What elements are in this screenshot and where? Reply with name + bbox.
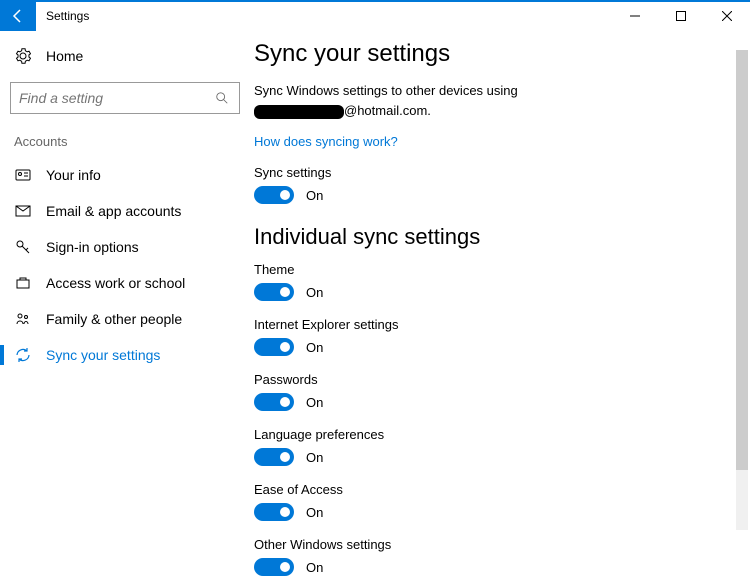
maximize-button[interactable] [658,1,704,31]
passwords-toggle[interactable] [254,393,294,411]
sync-description-line2: @hotmail.com. [254,102,730,120]
language-label: Language preferences [254,427,730,442]
back-button[interactable] [0,1,36,31]
key-icon [14,239,32,255]
sidebar-item-email[interactable]: Email & app accounts [0,193,250,229]
ie-label: Internet Explorer settings [254,317,730,332]
ease-label: Ease of Access [254,482,730,497]
sidebar-item-work[interactable]: Access work or school [0,265,250,301]
home-label: Home [46,48,83,64]
theme-label: Theme [254,262,730,277]
search-input[interactable] [19,90,215,106]
minimize-button[interactable] [612,1,658,31]
ease-toggle[interactable] [254,503,294,521]
main-content: Sync your settings Sync Windows settings… [250,30,750,586]
toggle-state: On [306,560,323,575]
toggle-state: On [306,188,323,203]
sidebar: Home Accounts Your info Email & app acco… [0,30,250,586]
close-icon [722,11,732,21]
search-icon [215,91,231,105]
toggle-state: On [306,395,323,410]
scrollbar-thumb[interactable] [736,50,748,470]
sync-icon [14,347,32,363]
sidebar-item-label: Email & app accounts [46,203,181,219]
gear-icon [14,48,32,64]
ie-toggle[interactable] [254,338,294,356]
close-button[interactable] [704,1,750,31]
section-header: Accounts [0,130,250,157]
sidebar-item-family[interactable]: Family & other people [0,301,250,337]
sync-settings-toggle[interactable] [254,186,294,204]
window-controls [612,1,750,31]
sidebar-item-label: Your info [46,167,101,183]
email-suffix: @hotmail.com. [344,103,431,118]
sidebar-item-signin[interactable]: Sign-in options [0,229,250,265]
language-toggle[interactable] [254,448,294,466]
other-label: Other Windows settings [254,537,730,552]
minimize-icon [630,11,640,21]
window-title: Settings [46,9,89,23]
person-card-icon [14,167,32,183]
other-toggle[interactable] [254,558,294,576]
titlebar: Settings [0,0,750,30]
toggle-state: On [306,340,323,355]
individual-heading: Individual sync settings [254,224,730,250]
maximize-icon [676,11,686,21]
sidebar-item-label: Family & other people [46,311,182,327]
toggle-state: On [306,505,323,520]
redacted-email [254,105,344,119]
arrow-left-icon [10,8,26,24]
toggle-state: On [306,285,323,300]
help-link[interactable]: How does syncing work? [254,134,398,149]
sync-description-line1: Sync Windows settings to other devices u… [254,82,730,100]
briefcase-icon [14,275,32,291]
toggle-state: On [306,450,323,465]
sidebar-item-sync[interactable]: Sync your settings [0,337,250,373]
sidebar-item-your-info[interactable]: Your info [0,157,250,193]
sidebar-item-label: Sign-in options [46,239,139,255]
passwords-label: Passwords [254,372,730,387]
sidebar-item-label: Access work or school [46,275,185,291]
home-button[interactable]: Home [0,42,250,78]
page-title: Sync your settings [254,40,730,68]
scrollbar[interactable] [736,50,748,530]
theme-toggle[interactable] [254,283,294,301]
sidebar-item-label: Sync your settings [46,347,160,363]
sync-settings-label: Sync settings [254,165,730,180]
mail-icon [14,203,32,219]
people-icon [14,311,32,327]
search-box[interactable] [10,82,240,114]
